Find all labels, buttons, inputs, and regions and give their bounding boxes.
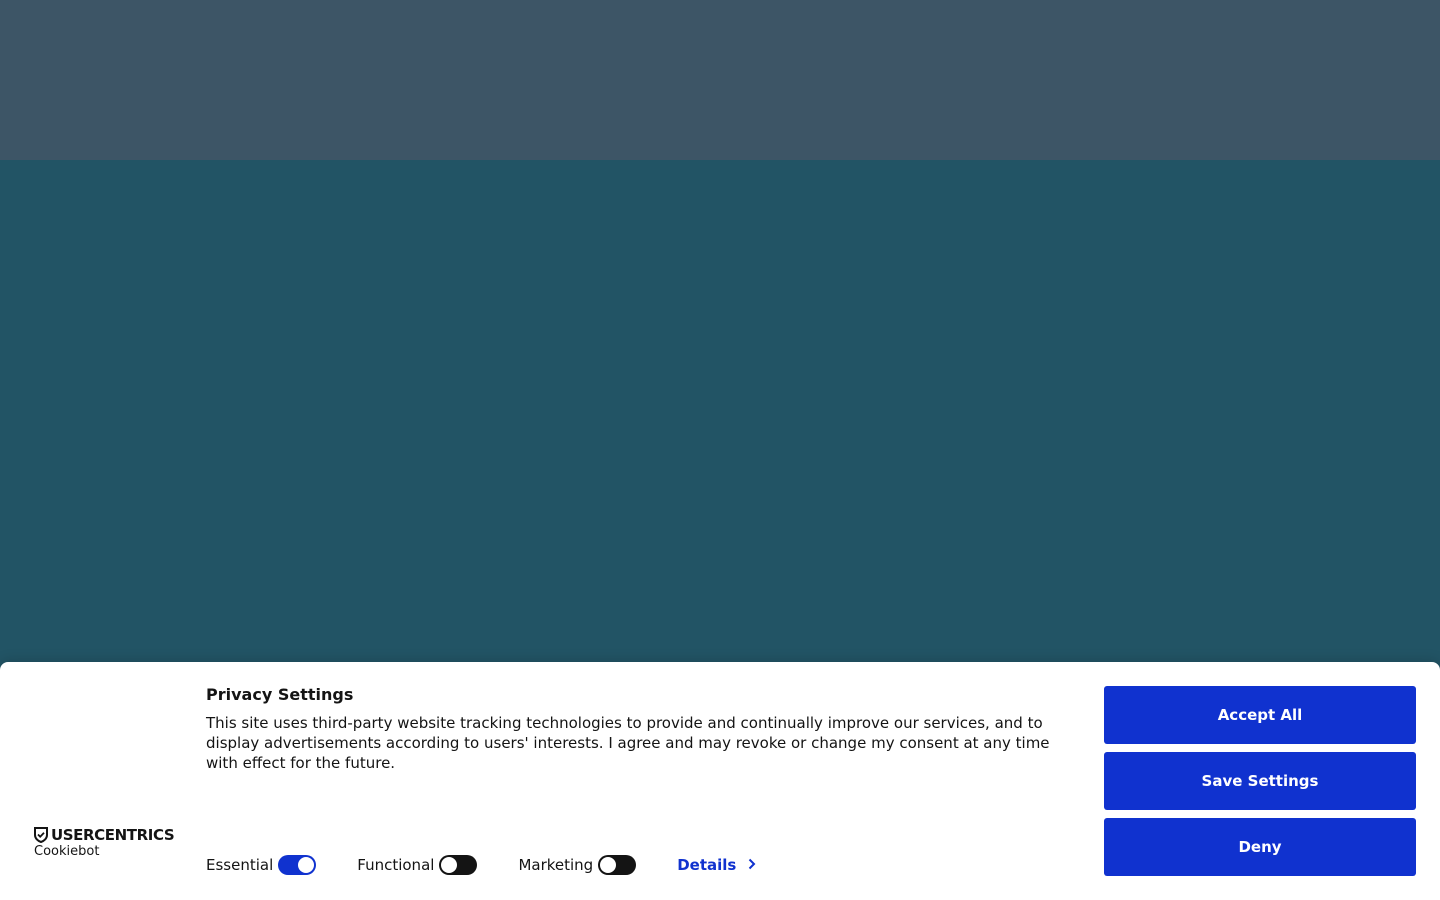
banner-title: Privacy Settings [206,685,354,704]
brand-name: USERCENTRICS [51,826,175,844]
chevron-right-icon [748,856,756,874]
save-settings-button[interactable]: Save Settings [1104,752,1416,810]
marketing-switch[interactable] [598,855,637,875]
toggle-marketing[interactable]: Marketing [518,855,637,875]
shield-check-icon [34,827,48,844]
switch-knob [298,857,315,873]
brand-product: Cookiebot [34,844,100,859]
toggle-functional[interactable]: Functional [357,855,478,875]
accept-all-button[interactable]: Accept All [1104,686,1416,744]
functional-switch[interactable] [439,855,478,875]
essential-switch[interactable] [278,855,317,875]
toggle-marketing-label: Marketing [518,856,594,874]
deny-button[interactable]: Deny [1104,818,1416,876]
page-header-backdrop [0,0,1440,160]
consent-toggles: Essential Functional Marketing Details [206,852,756,878]
toggle-functional-label: Functional [357,856,435,874]
details-link[interactable]: Details [677,856,756,874]
details-label: Details [677,856,737,874]
brand-logo: USERCENTRICS Cookiebot [34,826,175,859]
switch-knob [600,857,617,873]
toggle-essential[interactable]: Essential [206,855,317,875]
banner-description: This site uses third-party website track… [206,714,1050,772]
switch-knob [441,857,458,873]
toggle-essential-label: Essential [206,856,274,874]
